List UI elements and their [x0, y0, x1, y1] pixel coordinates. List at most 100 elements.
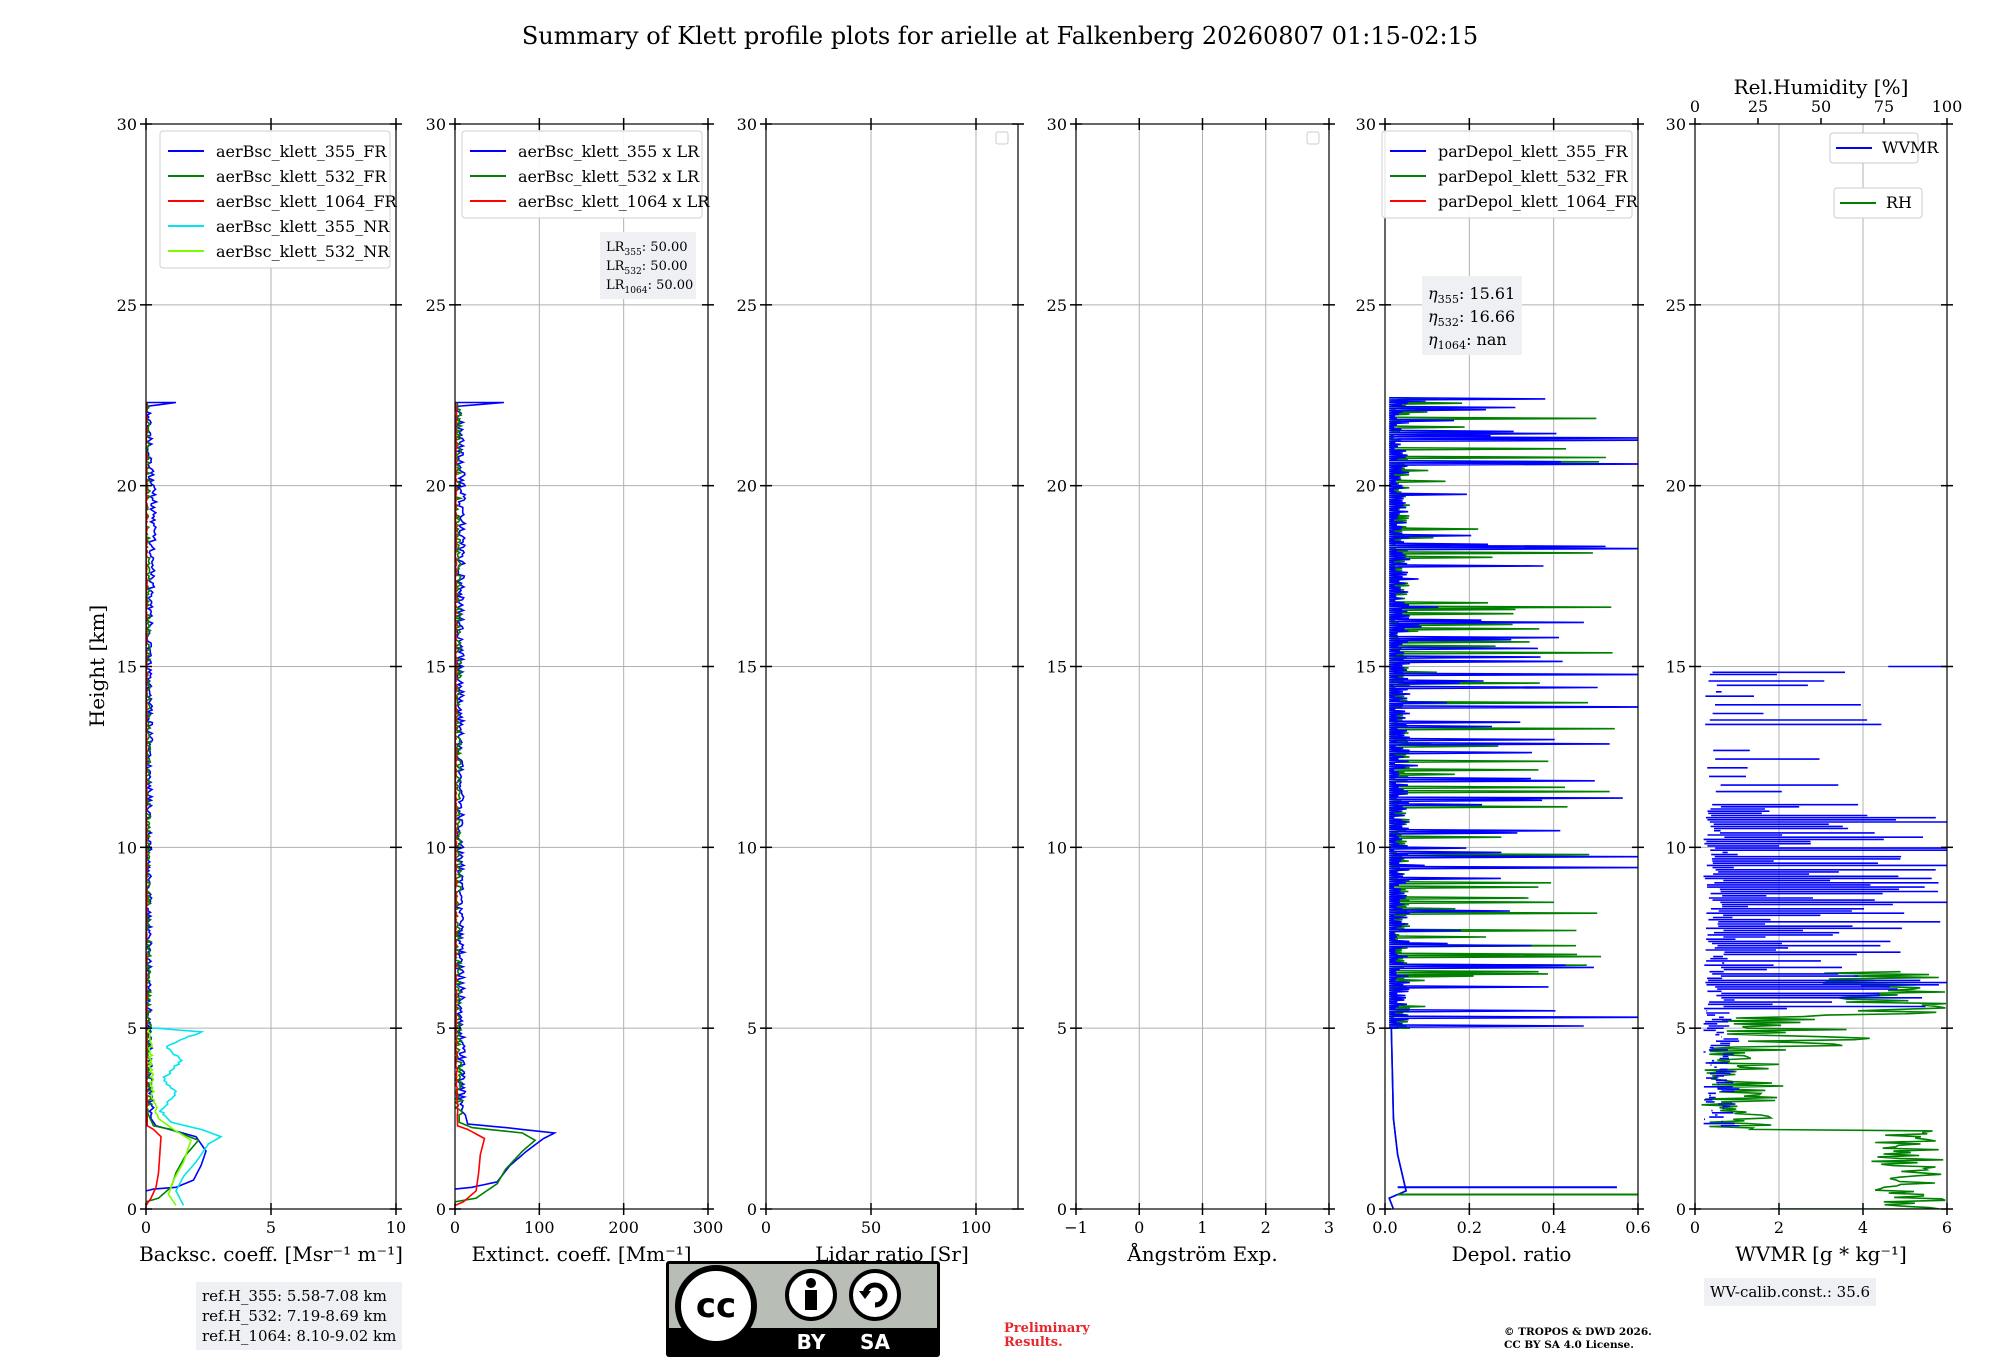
legend-label-RH: RH [1886, 193, 1912, 212]
y-tick-label: 30 [426, 115, 446, 134]
y-tick-label: 15 [117, 658, 137, 677]
x-tick-label: 0.2 [1457, 1218, 1482, 1237]
panel-wvmr: 0510152025300 2 4 6WVMR [g * kg⁻¹]0 25 50 75 10… [1666, 75, 1963, 1266]
reference-heights-box: ref.H_355: 5.58-7.08 km ref.H_532: 7.19-… [196, 1282, 403, 1350]
y-tick-label: 25 [1356, 296, 1376, 315]
top-x-tick-label: 0 [1690, 97, 1700, 116]
x-tick-label: 0 [761, 1218, 771, 1237]
x-tick-label: 1 [1197, 1218, 1207, 1237]
legend-label-WVMR: WVMR [1882, 138, 1939, 157]
y-tick-label: 20 [426, 477, 446, 496]
y-tick-label: 10 [1047, 838, 1067, 857]
copyright-line-2: CC BY SA 4.0 License. [1504, 1339, 1634, 1351]
preliminary-note: Preliminary Results. [1004, 1321, 1090, 1350]
x-tick-label: 0 [1134, 1218, 1144, 1237]
y-tick-label: 10 [1356, 838, 1376, 857]
figure: 0510152025300 5 10Backsc. coeff. [Msr⁻¹ m⁻… [85, 75, 1963, 1266]
y-tick-label: 30 [1666, 115, 1686, 134]
wv-calib-text: WV-calib.const.: 35.6 [1710, 1283, 1871, 1301]
y-tick-label: 20 [117, 477, 137, 496]
wv-calib-box: WV-calib.const.: 35.6 [1704, 1278, 1877, 1306]
y-tick-label: 5 [1057, 1019, 1067, 1038]
panel-extinction: 0510152025300 100 200 300Extinct. coeff. [M… [426, 115, 724, 1266]
y-tick-label: 20 [737, 477, 757, 496]
y-tick-label: 5 [747, 1019, 757, 1038]
y-tick-label: 0 [127, 1200, 137, 1219]
figure-title: Summary of Klett profile plots for ariel… [521, 22, 1479, 50]
x-tick-label: 50 [861, 1218, 881, 1237]
legend-label-aerBsc_klett_1064 x LR: aerBsc_klett_1064 x LR [518, 192, 710, 211]
x-tick-label: 2 [1261, 1218, 1271, 1237]
panel-lidar_ratio: 0510152025300 50 100Lidar ratio [Sr] [737, 115, 1024, 1266]
x-tick-label: 5 [266, 1218, 276, 1237]
y-tick-label: 0 [1366, 1200, 1376, 1219]
cc-by-sa-badge: cc BY SA [666, 1261, 940, 1357]
plot-area [1701, 665, 1947, 1209]
x-tick-label: 6 [1942, 1218, 1952, 1237]
legend-label-aerBsc_klett_355_FR: aerBsc_klett_355_FR [216, 142, 387, 161]
legend-label-aerBsc_klett_1064_FR: aerBsc_klett_1064_FR [216, 192, 398, 211]
y-tick-label: 30 [737, 115, 757, 134]
x-axis-label: Backsc. coeff. [Msr⁻¹ m⁻¹] [139, 1242, 403, 1266]
x-axis-label: Extinct. coeff. [Mm⁻¹] [471, 1242, 691, 1266]
y-tick-label: 15 [1356, 658, 1376, 677]
legend-label-parDepol_klett_532_FR: parDepol_klett_532_FR [1438, 167, 1629, 186]
x-tick-label: 0.4 [1541, 1218, 1566, 1237]
y-tick-label: 0 [1676, 1200, 1686, 1219]
legend-label-parDepol_klett_1064_FR: parDepol_klett_1064_FR [1438, 192, 1639, 211]
y-tick-label: 10 [737, 838, 757, 857]
x-tick-label: 4 [1858, 1218, 1868, 1237]
y-tick-label: 0 [1057, 1200, 1067, 1219]
top-x-tick-label: 25 [1748, 97, 1768, 116]
y-tick-label: 30 [117, 115, 137, 134]
legend-label-aerBsc_klett_355 x LR: aerBsc_klett_355 x LR [518, 142, 700, 161]
x-axis-label: Depol. ratio [1452, 1242, 1572, 1266]
series-line-aerBsc_klett_355_FR [146, 401, 207, 1192]
series-line-depol-1 [1388, 397, 1638, 1209]
x-tick-label: 3 [1324, 1218, 1334, 1237]
ref-height-355: ref.H_355: 5.58-7.08 km [202, 1287, 387, 1305]
x-tick-label: 2 [1774, 1218, 1784, 1237]
x-tick-label: 300 [693, 1218, 724, 1237]
legend-label-aerBsc_klett_532 x LR: aerBsc_klett_532 x LR [518, 167, 700, 186]
top-x-tick-label: 75 [1874, 97, 1894, 116]
y-tick-label: 5 [1676, 1019, 1686, 1038]
x-tick-label: 0 [141, 1218, 151, 1237]
y-tick-label: 10 [426, 838, 446, 857]
cc-badge-by: BY [797, 1330, 826, 1354]
x-tick-label: 0.6 [1625, 1218, 1650, 1237]
y-tick-label: 30 [1356, 115, 1376, 134]
y-tick-label: 20 [1666, 477, 1686, 496]
y-tick-label: 5 [127, 1019, 137, 1038]
plot-area [146, 401, 223, 1206]
y-tick-label: 15 [426, 658, 446, 677]
y-tick-label: 20 [1356, 477, 1376, 496]
x-tick-label: 0.0 [1372, 1218, 1397, 1237]
y-tick-label: 25 [117, 296, 137, 315]
y-tick-label: 25 [426, 296, 446, 315]
x-tick-label: 200 [608, 1218, 639, 1237]
panel-angstrom: 051015202530−1 0 1 2 3Ångström Exp. [1047, 115, 1335, 1266]
y-tick-label: 15 [1666, 658, 1686, 677]
ref-height-532: ref.H_532: 7.19-8.69 km [202, 1307, 387, 1325]
y-tick-label: 15 [737, 658, 757, 677]
y-tick-label: 0 [436, 1200, 446, 1219]
top-x-tick-label: 50 [1811, 97, 1831, 116]
plot-area [1388, 397, 1638, 1209]
panel-depolarization: 0 5 10 15 20 25 30 0.0 0.2 0.4 0.6 Depol. ratio parD… [1356, 115, 1651, 1266]
y-tick-label: 25 [737, 296, 757, 315]
top-x-tick-label: 100 [1932, 97, 1963, 116]
legend-label-aerBsc_klett_355_NR: aerBsc_klett_355_NR [216, 217, 390, 236]
x-tick-label: 0 [1690, 1218, 1700, 1237]
series-line-WVMR [1703, 665, 1947, 1127]
x-tick-label: −1 [1064, 1218, 1088, 1237]
y-tick-label: 5 [1366, 1019, 1376, 1038]
y-axis-label: Height [km] [85, 605, 109, 727]
x-axis-label: WVMR [g * kg⁻¹] [1735, 1242, 1907, 1266]
ref-height-1064: ref.H_1064: 8.10-9.02 km [202, 1327, 397, 1345]
panel-backscatter: 0 5 10 15 20 25 30 0 5 10 Backsc. coeff. [Msr⁻¹ m⁻… [117, 115, 407, 1266]
y-tick-label: 5 [436, 1019, 446, 1038]
cc-badge-cc: cc [696, 1286, 736, 1326]
y-tick-label: 30 [1047, 115, 1067, 134]
y-tick-label: 25 [1047, 296, 1067, 315]
